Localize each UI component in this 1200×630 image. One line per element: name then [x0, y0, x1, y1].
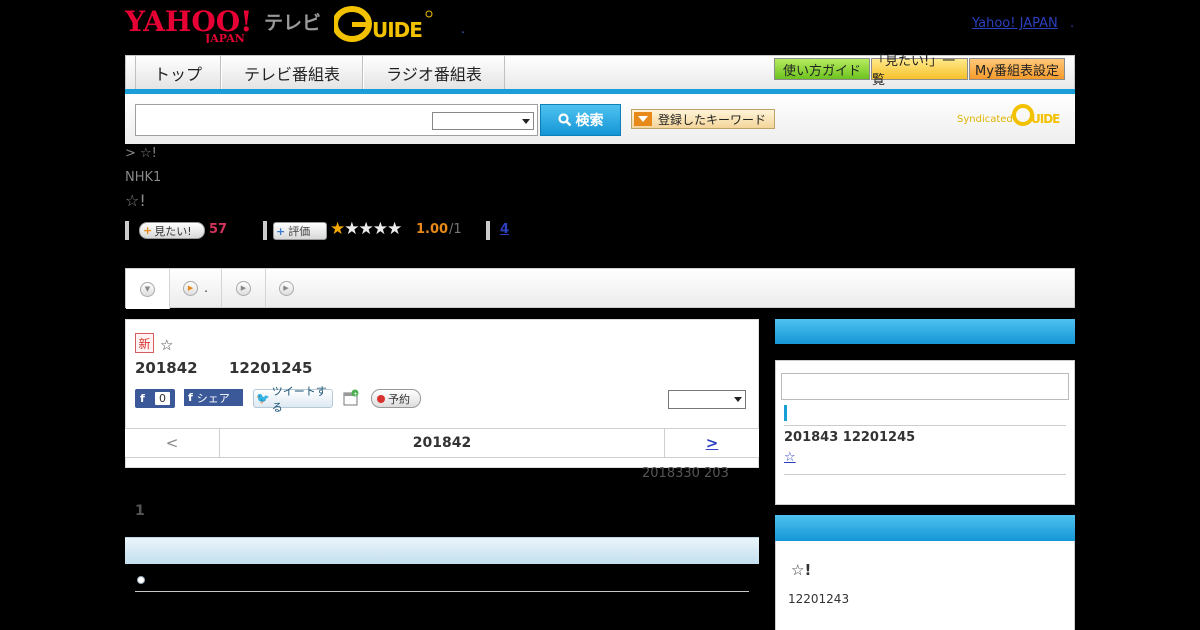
svg-text:UIDE: UIDE: [1031, 112, 1060, 126]
main-nav: トップ テレビ番組表 ラジオ番組表 使い方ガイド 「見たい!」一覧 My番組表設…: [125, 54, 1075, 92]
breadcrumb[interactable]: > ☆!: [125, 146, 157, 161]
divider: [486, 221, 490, 240]
facebook-icon: f: [140, 392, 145, 405]
facebook-share-button[interactable]: f シェア: [184, 389, 243, 406]
chevron-down-icon: [522, 119, 530, 124]
channel-name: NHK1: [125, 170, 162, 185]
star-empty-icon: ★: [344, 219, 359, 239]
reserve-label: 予約: [388, 392, 410, 406]
divider: [784, 474, 1066, 475]
svg-text:UIDE: UIDE: [372, 18, 422, 42]
want-to-watch-list-button[interactable]: 「見たい!」一覧: [871, 54, 968, 88]
rating-stars: ★★★★★: [330, 219, 402, 239]
syndicated-gguide-logo: Syndicated UIDE: [957, 104, 1061, 126]
chevron-down-icon: [734, 397, 742, 402]
tab-secondary-label: .: [204, 281, 208, 295]
pager-date: 201842: [412, 435, 472, 451]
tv-logo-text: テレビ: [264, 12, 322, 34]
air-time: 12201245: [229, 359, 313, 377]
dropdown-arrow-icon: [634, 112, 652, 126]
divider: [263, 221, 267, 240]
facebook-like-button[interactable]: f 0: [135, 389, 175, 408]
air-date: 201842: [135, 359, 198, 377]
want-to-watch-button[interactable]: + 見たい!: [139, 222, 205, 239]
sidebar-input[interactable]: [781, 373, 1069, 400]
tweet-button[interactable]: 🐦 ツイートする: [253, 385, 333, 414]
chevron-down-icon: ▼: [140, 281, 155, 297]
list-item: [135, 572, 749, 592]
facebook-icon: f: [188, 391, 193, 404]
sidebar-accent-bar: [784, 405, 787, 421]
divider: [784, 425, 1066, 426]
next-broadcast-link[interactable]: ☆: [784, 450, 796, 465]
record-icon: [377, 394, 385, 403]
rate-label: 評価: [288, 225, 311, 238]
pager-prev-button[interactable]: <: [125, 429, 220, 457]
star-empty-icon: ★: [358, 219, 374, 239]
plus-icon: +: [276, 224, 286, 238]
tab-fourth[interactable]: ▶: [266, 269, 306, 307]
related-program-title[interactable]: ☆!: [791, 561, 811, 579]
bullet-icon: [137, 576, 145, 584]
next-broadcast-date: 201843 12201245: [784, 430, 916, 445]
sidebar-panel-header: [775, 515, 1075, 541]
section-count: 1: [135, 503, 145, 519]
plus-icon: +: [143, 224, 153, 237]
related-program-time: 12201243: [788, 592, 850, 606]
tweet-label: ツイートする: [271, 384, 327, 414]
program-title: ☆!: [125, 191, 146, 210]
yahoo-japan-link[interactable]: Yahoo! JAPAN: [972, 16, 1058, 31]
play-icon: ▶: [183, 280, 199, 296]
calendar-add-icon[interactable]: +: [343, 389, 359, 406]
sidebar-panel-header: [775, 319, 1075, 344]
play-icon: ▶: [278, 280, 294, 296]
registered-keywords-button[interactable]: 登録したキーワード: [631, 109, 775, 129]
facebook-share-label: シェア: [196, 391, 230, 405]
card-select[interactable]: [668, 390, 746, 409]
reserve-recording-button[interactable]: 予約: [371, 389, 421, 408]
header-suffix: .: [1070, 16, 1075, 31]
play-icon: ▶: [236, 280, 251, 296]
star-empty-icon: ★: [387, 219, 402, 239]
pager-next-button[interactable]: >: [664, 429, 759, 457]
star-empty-icon: ★: [372, 219, 388, 239]
twitter-bird-icon: 🐦: [256, 392, 270, 405]
nav-tab-radio-listings[interactable]: ラジオ番組表: [363, 56, 505, 90]
search-button[interactable]: 検索: [540, 104, 621, 136]
registered-keywords-label: 登録したキーワード: [658, 112, 767, 127]
rating-value: 1.00: [416, 222, 449, 237]
yahoo-japan-logo[interactable]: YAHOO! JAPAN: [125, 5, 263, 43]
tab-program-detail[interactable]: ▼: [126, 269, 170, 309]
my-schedule-settings-button[interactable]: My番組表設定: [969, 58, 1065, 80]
rate-button[interactable]: + 評価: [273, 222, 327, 240]
usage-guide-button[interactable]: 使い方ガイド: [774, 58, 870, 80]
search-icon: [557, 113, 571, 127]
section-header-band: [125, 537, 759, 564]
card-star: ☆: [160, 336, 174, 354]
sidebar-panel: [775, 541, 1075, 630]
tab-secondary[interactable]: ▶ .: [170, 269, 222, 307]
facebook-like-count: 0: [154, 392, 170, 405]
search-scope-select[interactable]: [432, 112, 534, 130]
updated-date: 2018330 203: [642, 466, 729, 481]
star-filled-icon: ★: [330, 219, 345, 239]
header-separator: .: [461, 22, 465, 36]
nav-tab-top[interactable]: トップ: [135, 56, 221, 90]
want-to-watch-count: 57: [209, 222, 228, 237]
svg-text:+: +: [353, 391, 358, 398]
divider: [125, 221, 129, 240]
review-count-link[interactable]: 4: [500, 222, 509, 237]
program-tab-strip: ▼ ▶ . ▶ ▶: [125, 268, 1075, 309]
tab-third[interactable]: ▶: [222, 269, 266, 307]
svg-text:JAPAN: JAPAN: [204, 32, 245, 43]
gguide-logo: UIDE: [334, 6, 433, 42]
rating-total: /1: [449, 222, 462, 237]
date-pager: < 201842 >: [125, 428, 759, 458]
new-badge: 新: [135, 333, 154, 353]
nav-tab-tv-listings[interactable]: テレビ番組表: [221, 56, 363, 90]
search-button-label: 検索: [575, 113, 604, 129]
svg-text:Syndicated: Syndicated: [957, 114, 1013, 125]
want-to-watch-label: 見たい!: [154, 224, 192, 238]
